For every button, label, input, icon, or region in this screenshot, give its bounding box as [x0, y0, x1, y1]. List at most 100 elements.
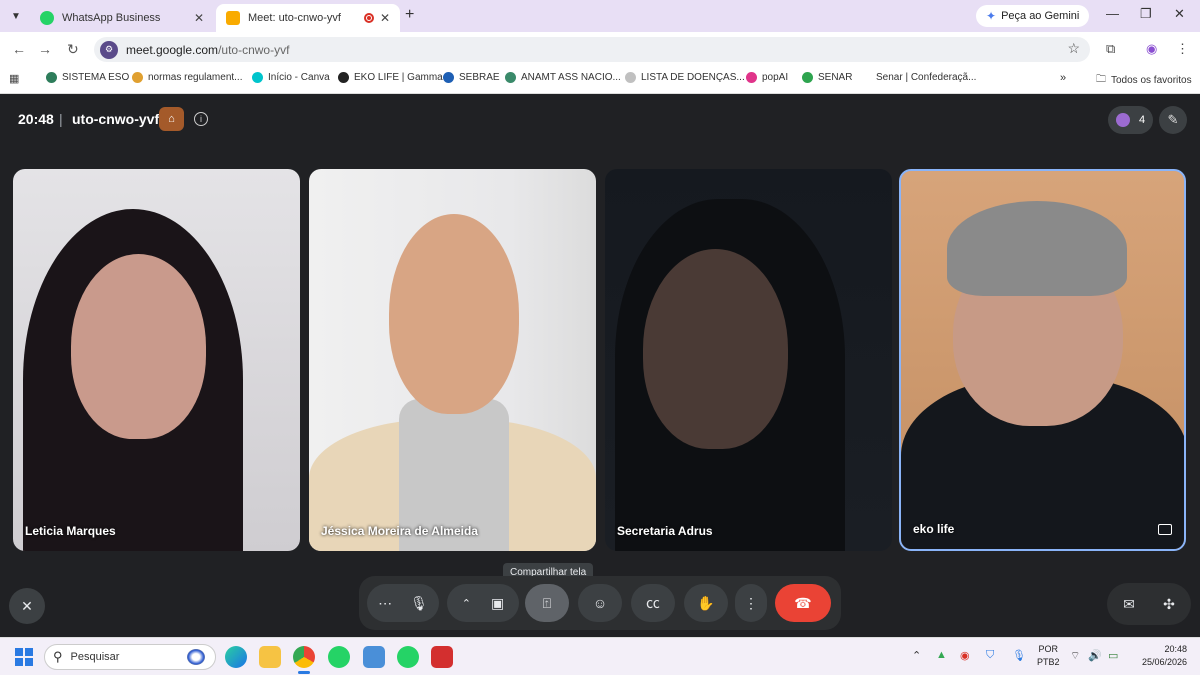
back-arrow-icon[interactable]: ← — [12, 41, 26, 57]
profile-icon[interactable]: ◉ — [1146, 41, 1157, 57]
drive-icon[interactable]: ▲ — [936, 649, 947, 661]
recording-icon — [363, 13, 374, 23]
effects-off-icon[interactable]: ✕ — [9, 588, 45, 624]
participants-button[interactable]: 4 — [1108, 106, 1153, 134]
tab-meet[interactable]: Meet: uto-cnwo-yvf ✕ — [216, 4, 400, 32]
bookmark-favicon — [443, 72, 454, 83]
bookmark-star-icon[interactable]: ☆ — [1067, 40, 1080, 57]
extensions-icon[interactable]: ⧉ — [1106, 41, 1115, 57]
microphone-icon[interactable]: 🎙 — [410, 595, 428, 612]
file-explorer-icon[interactable] — [259, 646, 281, 668]
restore-icon[interactable]: ❐ — [1140, 6, 1152, 22]
host-controls-icon[interactable]: ✎ — [1159, 106, 1187, 134]
bookmark-item[interactable]: Senar | Confederaçã... — [860, 72, 976, 83]
camera-icon[interactable]: ▣ — [491, 595, 504, 612]
bookmark-favicon — [46, 72, 57, 83]
pip-icon[interactable] — [1158, 524, 1172, 535]
folder-icon: 🗀 — [1096, 74, 1106, 85]
bookmark-item[interactable]: ANAMT ASS NACIO... — [505, 72, 621, 83]
ask-gemini-button[interactable]: ✦ Peça ao Gemini — [976, 5, 1090, 27]
security-icon[interactable]: ⛉ — [986, 649, 994, 662]
forward-arrow-icon[interactable]: → — [38, 41, 52, 57]
participant-tile[interactable]: Secretaria Adrus — [605, 169, 892, 551]
apps-grid-icon[interactable]: ▦ — [9, 72, 19, 85]
reload-icon[interactable]: ↻ — [67, 41, 79, 58]
windows-taskbar: ⚲ Pesquisar ⌃ ▲ ◉ ⛉ 🎙 POR PTB2 ⌔ 🔊 ▭ 20:4… — [0, 637, 1200, 675]
companion-app-icon[interactable]: ⌂ — [159, 107, 184, 131]
bookmark-label: popAI — [762, 72, 789, 83]
chrome-icon[interactable] — [293, 646, 315, 674]
gemini-icon: ✦ — [986, 9, 997, 23]
tab-title: Meet: uto-cnwo-yvf — [248, 12, 341, 24]
acrobat-icon[interactable] — [431, 646, 453, 668]
raise-hand-button[interactable]: ✋ — [684, 584, 728, 622]
share-screen-button[interactable]: ⍐ — [525, 584, 569, 622]
battery-icon[interactable]: ▭ — [1108, 649, 1118, 662]
tray-chevron-icon[interactable]: ⌃ — [912, 649, 921, 662]
participant-name: Leticia Marques — [25, 524, 116, 538]
bookmark-item[interactable]: SEBRAE — [443, 72, 500, 83]
bookmark-label: Senar | Confederaçã... — [876, 72, 977, 83]
clock-time: 20:48 — [1164, 644, 1187, 654]
participant-name: Secretaria Adrus — [617, 524, 713, 538]
reactions-button[interactable]: ☺ — [578, 584, 622, 622]
participant-name: Jéssica Moreira de Almeida — [321, 524, 478, 538]
more-audio-options-icon[interactable]: ⋯ — [378, 595, 392, 612]
all-bookmarks-folder[interactable]: 🗀 Todos os favoritos — [1096, 72, 1192, 89]
tab-search-icon[interactable]: ▼ — [6, 6, 26, 26]
bookmark-label: ANAMT ASS NACIO... — [521, 72, 621, 83]
header-separator: | — [59, 111, 63, 127]
app-icon[interactable] — [363, 646, 385, 668]
bookmark-favicon — [505, 72, 516, 83]
address-bar[interactable]: ⚙ meet.google.com/uto-cnwo-yvf ☆ — [94, 37, 1090, 62]
taskbar-search[interactable]: ⚲ Pesquisar — [44, 644, 216, 670]
keyboard-language[interactable]: POR PTB2 — [1037, 643, 1060, 669]
side-panel-controls: ✉ ✣ — [1107, 583, 1191, 625]
bookmarks-overflow-icon[interactable]: » — [1060, 72, 1066, 84]
whatsapp-business-icon[interactable] — [397, 646, 419, 668]
volume-icon[interactable]: 🔊 — [1088, 649, 1102, 662]
chevron-up-icon[interactable]: ⌃ — [462, 597, 471, 610]
participant-name: eko life — [913, 522, 955, 536]
participant-tile[interactable]: eko life — [899, 169, 1186, 551]
bookmark-favicon — [338, 72, 349, 83]
chat-icon[interactable]: ✉ — [1111, 586, 1147, 622]
chrome-tray-icon[interactable]: ◉ — [960, 649, 970, 662]
close-window-icon[interactable]: ✕ — [1174, 6, 1185, 22]
taskbar-clock[interactable]: 20:48 25/06/2026 — [1133, 643, 1187, 669]
whatsapp-icon — [40, 11, 54, 25]
close-tab-icon[interactable]: ✕ — [194, 11, 204, 25]
whatsapp-icon[interactable] — [328, 646, 350, 668]
captions-button[interactable]: ㏄ — [631, 584, 675, 622]
participant-video — [643, 249, 788, 449]
bookmark-item[interactable]: normas regulament... — [132, 72, 243, 83]
meeting-code: uto-cnwo-yvf — [72, 111, 160, 127]
bookmark-favicon — [802, 72, 813, 83]
leave-call-button[interactable]: ☎ — [775, 584, 831, 622]
tab-whatsapp[interactable]: WhatsApp Business ✕ — [30, 4, 214, 32]
meeting-info-icon[interactable]: i — [194, 112, 208, 126]
wifi-icon[interactable]: ⌔ — [1070, 649, 1080, 663]
participant-tile[interactable]: Jéssica Moreira de Almeida — [309, 169, 596, 551]
bookmark-item[interactable]: popAI — [746, 72, 788, 83]
bookmark-item[interactable]: EKO LIFE | Gamma — [338, 72, 443, 83]
meeting-time: 20:48 — [18, 111, 54, 127]
participant-tile[interactable]: Leticia Marques — [13, 169, 300, 551]
mic-tray-icon[interactable]: 🎙 — [1012, 649, 1026, 662]
site-info-icon[interactable]: ⚙ — [100, 40, 118, 59]
more-menu-icon[interactable]: ⋮ — [1176, 41, 1189, 57]
bookmark-item[interactable]: SISTEMA ESO — [46, 72, 129, 83]
video-group: ⌃ ▣ — [447, 584, 519, 622]
bookmark-label: normas regulament... — [148, 72, 243, 83]
bookmark-item[interactable]: Início - Canva — [252, 72, 330, 83]
more-options-button[interactable]: ⋮ — [735, 584, 767, 622]
minimize-icon[interactable]: — — [1106, 6, 1119, 21]
close-tab-icon[interactable]: ✕ — [380, 11, 390, 25]
clock-date: 25/06/2026 — [1141, 657, 1187, 667]
bookmark-item[interactable]: LISTA DE DOENÇAS... — [625, 72, 745, 83]
activities-icon[interactable]: ✣ — [1151, 586, 1187, 622]
bookmark-item[interactable]: SENAR — [802, 72, 852, 83]
windows-start-icon[interactable] — [15, 648, 33, 666]
new-tab-button[interactable]: + — [405, 6, 414, 24]
edge-icon[interactable] — [225, 646, 247, 668]
